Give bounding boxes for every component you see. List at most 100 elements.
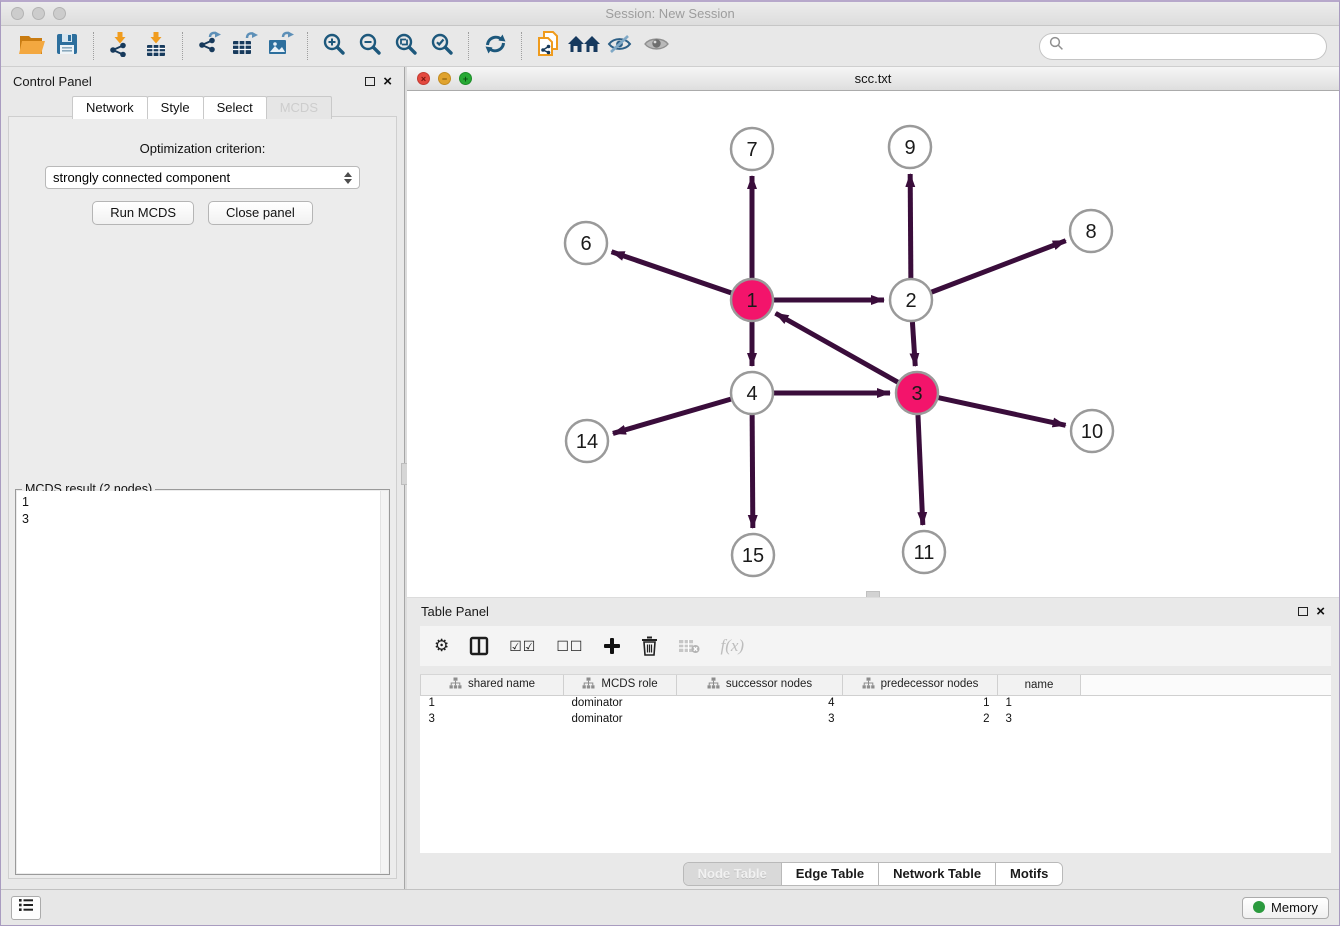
export-network-button[interactable]: [191, 30, 227, 62]
toolbar-separator: [307, 32, 308, 60]
export-image-icon: [267, 31, 295, 62]
refresh-icon: [483, 32, 508, 61]
graph-edge-2-9[interactable]: [910, 174, 911, 278]
search-box[interactable]: [1039, 33, 1327, 60]
tab-network[interactable]: Network: [72, 96, 148, 119]
close-window-button[interactable]: [11, 7, 24, 20]
task-history-button[interactable]: [11, 896, 41, 920]
table-panel-header: Table Panel ×: [407, 598, 1339, 624]
graph-edge-2-8[interactable]: [932, 241, 1066, 292]
table-row[interactable]: 3dominator323: [421, 711, 1332, 727]
export-table-button[interactable]: [227, 30, 263, 62]
status-bar: Memory: [1, 889, 1339, 925]
tab-style[interactable]: Style: [147, 96, 204, 119]
float-panel-icon[interactable]: [365, 77, 375, 86]
import-network-button[interactable]: [102, 30, 138, 62]
maximize-network-button[interactable]: +: [459, 72, 472, 85]
delete-trash-icon[interactable]: [641, 636, 658, 656]
export-image-button[interactable]: [263, 30, 299, 62]
table-tabs: Node TableEdge TableNetwork TableMotifs: [683, 862, 1064, 886]
control-panel-tabs: NetworkStyleSelectMCDS: [1, 96, 404, 119]
graph-edge-2-3[interactable]: [912, 322, 915, 366]
table-settings-gear-icon[interactable]: ⚙: [434, 636, 449, 656]
clone-network-button[interactable]: [530, 30, 566, 62]
column-header-predecessor-nodes[interactable]: predecessor nodes: [843, 675, 998, 695]
node-table: shared nameMCDS rolesuccessor nodesprede…: [420, 674, 1331, 853]
graph-edge-3-10[interactable]: [938, 398, 1065, 426]
open-session-button[interactable]: [13, 30, 49, 62]
table-panel: Table Panel × ⚙ ☑☑ ☐☐: [407, 597, 1339, 889]
zoom-selected-button[interactable]: [424, 30, 460, 62]
column-header-name[interactable]: name: [998, 675, 1081, 695]
tab-mcds[interactable]: MCDS: [266, 96, 332, 119]
zoom-out-button[interactable]: [352, 30, 388, 62]
table-row[interactable]: 1dominator411: [421, 695, 1332, 711]
close-panel-icon[interactable]: ×: [383, 74, 392, 89]
import-table-button[interactable]: [138, 30, 174, 62]
column-header-mcds-role[interactable]: MCDS role: [564, 675, 677, 695]
column-header-shared-name[interactable]: shared name: [421, 675, 564, 695]
import-table-icon: [143, 31, 169, 62]
graph-edge-4-14[interactable]: [613, 399, 731, 433]
close-network-button[interactable]: ×: [417, 72, 430, 85]
toolbar-separator: [521, 32, 522, 60]
control-panel: Control Panel × NetworkStyleSelectMCDS O…: [1, 67, 404, 889]
run-mcds-button[interactable]: Run MCDS: [92, 201, 194, 225]
network-canvas[interactable]: 7968124314101511: [407, 91, 1339, 593]
graph-node-label: 10: [1081, 421, 1103, 443]
tab-select[interactable]: Select: [203, 96, 267, 119]
tab-node-table[interactable]: Node Table: [684, 863, 781, 885]
function-builder-icon: f(x): [720, 636, 744, 656]
open-folder-icon: [18, 32, 45, 61]
zoom-in-button[interactable]: [316, 30, 352, 62]
graph-edge-3-1[interactable]: [776, 313, 898, 382]
control-panel-title: Control Panel: [13, 74, 357, 89]
criterion-dropdown[interactable]: strongly connected component: [45, 166, 360, 189]
search-input[interactable]: [1070, 39, 1317, 54]
tab-edge-table[interactable]: Edge Table: [781, 863, 878, 885]
show-columns-icon[interactable]: [469, 636, 489, 656]
column-header-successor-nodes[interactable]: successor nodes: [677, 675, 843, 695]
export-network-icon: [196, 31, 222, 62]
main-toolbar: [1, 26, 1339, 67]
close-panel-button[interactable]: Close panel: [208, 201, 313, 225]
minimize-network-button[interactable]: −: [438, 72, 451, 85]
window-titlebar: Session: New Session: [1, 2, 1339, 26]
table-panel-title: Table Panel: [421, 604, 1290, 619]
deselect-all-rows-icon[interactable]: ☐☐: [556, 638, 583, 655]
network-graph[interactable]: 7968124314101511: [407, 91, 1339, 593]
zoom-fit-button[interactable]: [388, 30, 424, 62]
memory-label: Memory: [1271, 900, 1318, 915]
network-title: scc.txt: [855, 71, 892, 86]
minimize-window-button[interactable]: [32, 7, 45, 20]
show-all-button[interactable]: [638, 30, 674, 62]
float-table-panel-icon[interactable]: [1298, 607, 1308, 616]
maximize-window-button[interactable]: [53, 7, 66, 20]
tab-motifs[interactable]: Motifs: [995, 863, 1062, 885]
control-panel-header: Control Panel ×: [1, 67, 404, 95]
application-window: Session: New Session: [0, 0, 1340, 926]
column-namespace-icon: [707, 677, 720, 692]
zoom-out-icon: [358, 32, 382, 61]
toolbar-separator: [468, 32, 469, 60]
graph-edge-3-11[interactable]: [918, 415, 923, 525]
graph-edge-4-15[interactable]: [752, 415, 753, 528]
apply-layout-button[interactable]: [477, 30, 513, 62]
list-icon: [18, 898, 34, 917]
delete-table-icon: [678, 638, 700, 654]
first-neighbors-button[interactable]: [566, 30, 602, 62]
add-column-plus-icon[interactable]: [603, 637, 621, 655]
hide-selected-button[interactable]: [602, 30, 638, 62]
memory-button[interactable]: Memory: [1242, 897, 1329, 919]
graph-edge-1-6[interactable]: [612, 252, 732, 293]
save-session-button[interactable]: [49, 30, 85, 62]
result-scrollbar[interactable]: [380, 491, 388, 873]
clone-network-icon: [535, 30, 561, 63]
close-table-panel-icon[interactable]: ×: [1316, 604, 1325, 619]
graph-node-label: 15: [742, 545, 764, 567]
window-controls: [11, 7, 66, 20]
tab-network-table[interactable]: Network Table: [878, 863, 995, 885]
select-all-rows-icon[interactable]: ☑☑: [509, 638, 536, 655]
import-network-icon: [107, 31, 133, 62]
mcds-result-text[interactable]: 1 3: [17, 491, 388, 873]
